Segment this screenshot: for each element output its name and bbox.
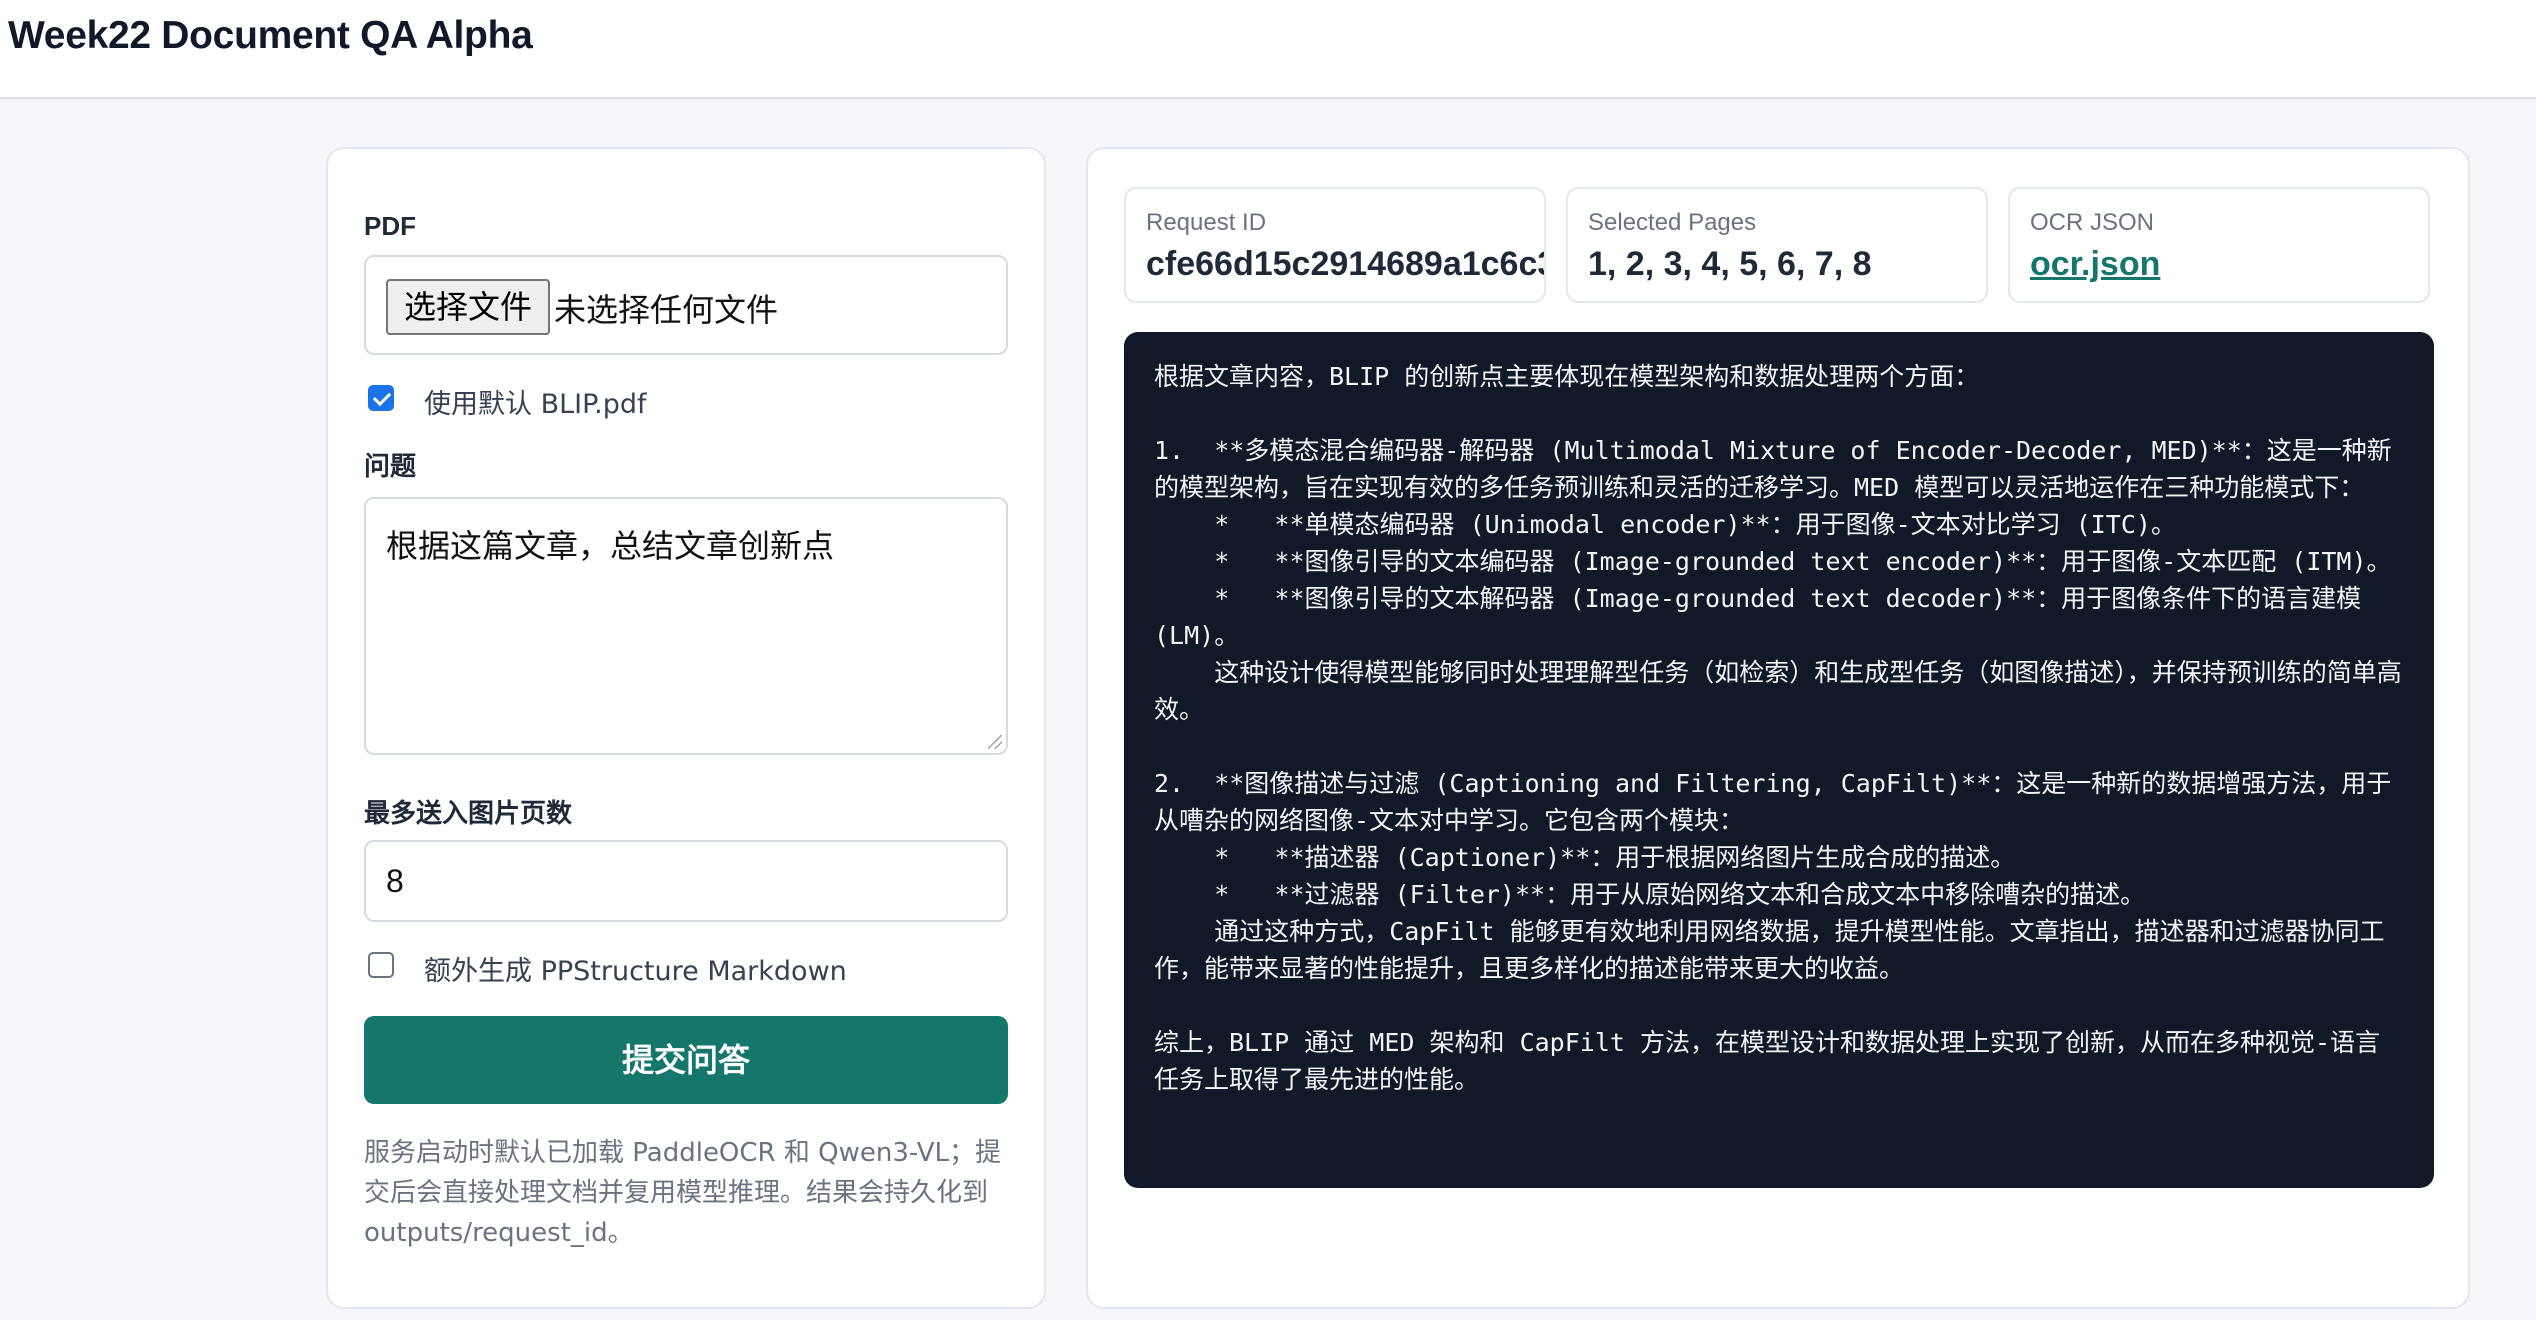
resize-handle-icon[interactable]: [988, 735, 1002, 749]
use-default-checkbox[interactable]: [368, 385, 394, 411]
selected-pages-label: Selected Pages: [1588, 209, 1757, 236]
top-bar: Week22 Document QA Alpha: [0, 0, 2536, 99]
qa-form-panel: PDF 选择文件 未选择任何文件 使用默认 BLIP.pdf 问题 根据这篇文章…: [326, 147, 1046, 1309]
answer-output: 根据文章内容，BLIP 的创新点主要体现在模型架构和数据处理两个方面： 1. *…: [1124, 332, 2434, 1188]
choose-file-button[interactable]: 选择文件: [386, 279, 551, 335]
max-pages-label: 最多送入图片页数: [364, 798, 573, 828]
ppstructure-checkbox[interactable]: [368, 952, 394, 978]
ocr-json-label: OCR JSON: [2030, 209, 2155, 236]
use-default-label[interactable]: 使用默认 BLIP.pdf: [424, 382, 647, 421]
selected-pages-value: 1, 2, 3, 4, 5, 6, 7, 8: [1588, 245, 1872, 283]
ocr-json-link[interactable]: ocr.json: [2030, 245, 2160, 284]
pdf-label: PDF: [364, 211, 416, 241]
request-id-value: cfe66d15c2914689a1c6c3: [1146, 245, 1546, 283]
pdf-file-input[interactable]: 选择文件 未选择任何文件: [364, 255, 1008, 355]
submit-button[interactable]: 提交问答: [364, 1016, 1008, 1104]
result-panel: Request ID cfe66d15c2914689a1c6c3 Select…: [1086, 147, 2470, 1309]
ppstructure-label[interactable]: 额外生成 PPStructure Markdown: [424, 949, 847, 988]
service-hint-text: 服务启动时默认已加载 PaddleOCR 和 Qwen3-VL；提交后会直接处理…: [364, 1138, 1002, 1248]
file-status-text: 未选择任何文件: [554, 291, 779, 329]
request-id-label: Request ID: [1146, 209, 1267, 236]
question-textarea[interactable]: 根据这篇文章，总结文章创新点: [364, 497, 1008, 755]
question-value: 根据这篇文章，总结文章创新点: [386, 527, 835, 565]
app-title: Week22 Document QA Alpha: [8, 14, 533, 57]
selected-pages-card: Selected Pages 1, 2, 3, 4, 5, 6, 7, 8: [1566, 187, 1988, 303]
ocr-json-card: OCR JSON ocr.json: [2008, 187, 2430, 303]
max-pages-input[interactable]: 8: [364, 840, 1008, 922]
question-label: 问题: [364, 451, 417, 481]
answer-text: 根据文章内容，BLIP 的创新点主要体现在模型架构和数据处理两个方面： 1. *…: [1154, 362, 2402, 1094]
request-id-card: Request ID cfe66d15c2914689a1c6c3: [1124, 187, 1546, 303]
